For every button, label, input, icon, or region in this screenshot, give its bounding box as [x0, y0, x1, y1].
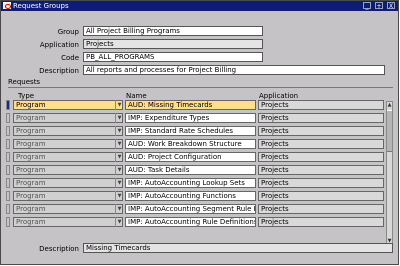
- row-name-field[interactable]: IMP: AutoAccounting Functions: [125, 191, 256, 201]
- row-name-field[interactable]: IMP: Expenditure Types: [125, 113, 256, 123]
- row-application-field[interactable]: Projects: [258, 178, 384, 188]
- type-dropdown-icon[interactable]: ▼: [115, 204, 123, 214]
- request-groups-window: Request Groups _ + X Group All Project B…: [0, 0, 399, 265]
- row-name-field[interactable]: AUD: Task Details: [125, 165, 256, 175]
- minimize-button[interactable]: _: [363, 2, 371, 10]
- row-type-field[interactable]: Program: [13, 113, 123, 123]
- row-name-field[interactable]: AUD: Project Configuration: [125, 152, 256, 162]
- application-label: Application: [39, 41, 79, 49]
- row-name-field[interactable]: IMP: Standard Rate Schedules: [125, 126, 256, 136]
- row-application-field[interactable]: Projects: [258, 126, 384, 136]
- row-type-field[interactable]: Program: [13, 126, 123, 136]
- scroll-thumb[interactable]: [387, 110, 392, 152]
- description-label: Description: [39, 67, 79, 75]
- type-dropdown-icon[interactable]: ▼: [115, 126, 123, 136]
- type-dropdown-icon[interactable]: ▼: [115, 139, 123, 149]
- row-name-field[interactable]: IMP: AutoAccounting Segment Rule Pairin: [125, 204, 256, 214]
- type-dropdown-icon[interactable]: ▼: [115, 191, 123, 201]
- record-indicator[interactable]: [6, 165, 10, 175]
- code-label: Code: [61, 54, 79, 62]
- row-type-field[interactable]: Program: [13, 178, 123, 188]
- row-application-field[interactable]: Projects: [258, 165, 384, 175]
- row-name-field[interactable]: AUD: Work Breakdown Structure: [125, 139, 256, 149]
- row-type-field[interactable]: Program: [13, 152, 123, 162]
- record-indicator[interactable]: [6, 217, 10, 227]
- row-application-field[interactable]: Projects: [258, 100, 384, 110]
- row-application-field[interactable]: Projects: [258, 217, 384, 227]
- group-field[interactable]: All Project Billing Programs: [83, 26, 263, 36]
- record-indicator[interactable]: [6, 113, 10, 123]
- scroll-up-icon[interactable]: ▲: [387, 102, 392, 108]
- type-dropdown-icon[interactable]: ▼: [115, 217, 123, 227]
- record-indicator[interactable]: [6, 204, 10, 214]
- record-indicator[interactable]: [6, 139, 10, 149]
- code-field[interactable]: PB_ALL_PROGRAMS: [83, 52, 263, 62]
- requests-section-label: Requests: [8, 78, 41, 86]
- row-application-field[interactable]: Projects: [258, 204, 384, 214]
- record-indicator[interactable]: [6, 152, 10, 162]
- row-name-field[interactable]: IMP: AutoAccounting Lookup Sets: [125, 178, 256, 188]
- group-label: Group: [57, 28, 79, 36]
- record-indicator[interactable]: [6, 126, 10, 136]
- row-application-field[interactable]: Projects: [258, 152, 384, 162]
- type-dropdown-icon[interactable]: ▼: [115, 152, 123, 162]
- row-type-field[interactable]: Program: [13, 100, 123, 110]
- type-dropdown-icon[interactable]: ▼: [115, 100, 123, 110]
- column-header-name: Name: [126, 92, 147, 100]
- section-divider: [8, 87, 393, 88]
- row-type-field[interactable]: Program: [13, 204, 123, 214]
- column-header-type: Type: [18, 92, 35, 100]
- footer-description-field[interactable]: Missing Timecards: [83, 243, 393, 253]
- type-dropdown-icon[interactable]: ▼: [115, 165, 123, 175]
- type-dropdown-icon[interactable]: ▼: [115, 178, 123, 188]
- column-header-application: Application: [259, 92, 299, 100]
- requests-scrollbar[interactable]: ▲ ▼: [386, 101, 393, 245]
- window-title: Request Groups: [13, 2, 69, 10]
- row-application-field[interactable]: Projects: [258, 113, 384, 123]
- row-type-field[interactable]: Program: [13, 217, 123, 227]
- application-field[interactable]: Projects: [83, 39, 263, 49]
- row-application-field[interactable]: Projects: [258, 191, 384, 201]
- record-indicator[interactable]: [6, 178, 10, 188]
- footer-description-label: Description: [39, 245, 79, 253]
- row-type-field[interactable]: Program: [13, 165, 123, 175]
- row-application-field[interactable]: Projects: [258, 139, 384, 149]
- row-name-field[interactable]: AUD: Missing Timecards: [125, 100, 256, 110]
- record-indicator[interactable]: [6, 191, 10, 201]
- record-indicator[interactable]: [6, 100, 10, 110]
- row-type-field[interactable]: Program: [13, 139, 123, 149]
- close-button[interactable]: X: [387, 2, 395, 10]
- row-type-field[interactable]: Program: [13, 191, 123, 201]
- type-dropdown-icon[interactable]: ▼: [115, 113, 123, 123]
- description-field[interactable]: All reports and processes for Project Bi…: [83, 65, 385, 75]
- row-name-field[interactable]: IMP: AutoAccounting Rule Definitions: [125, 217, 256, 227]
- title-bar[interactable]: Request Groups _ + X: [1, 1, 398, 11]
- maximize-button[interactable]: +: [375, 2, 383, 10]
- window-icon: [3, 2, 11, 9]
